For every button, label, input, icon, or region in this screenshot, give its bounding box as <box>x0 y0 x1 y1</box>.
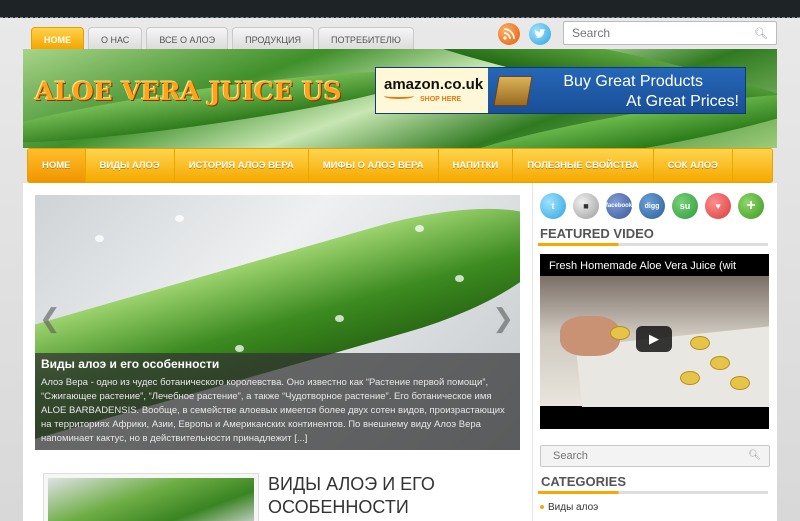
top-tab-home[interactable]: HOME <box>31 27 84 49</box>
top-search-box: 🔍︎ <box>563 21 777 45</box>
top-nav: HOME О НАС ВСЕ О АЛОЭ ПРОДУКЦИЯ ПОТРЕБИТ… <box>31 27 414 49</box>
water-drop <box>95 235 104 242</box>
site-header: ALOE VERA JUICE US amazon.co.uk SHOP HER… <box>23 49 777 148</box>
amazon-smile-icon <box>384 93 414 99</box>
nav-item-benefits[interactable]: ПОЛЕЗНЫЕ СВОЙСТВА <box>513 149 654 182</box>
fruit-slice <box>690 336 710 350</box>
amazon-shop-here: SHOP HERE <box>420 96 462 103</box>
widget-underline <box>538 491 768 494</box>
chevron-right-icon[interactable]: ❯ <box>492 303 514 334</box>
categories-title: CATEGORIES <box>541 474 626 489</box>
heart-icon[interactable]: ♥ <box>705 193 731 219</box>
chevron-left-icon[interactable]: ❮ <box>39 303 61 334</box>
water-drop <box>235 345 244 352</box>
digg-icon[interactable]: digg <box>639 193 665 219</box>
water-drop <box>175 215 184 222</box>
post-thumbnail-image <box>48 478 254 521</box>
play-icon[interactable]: ▶ <box>636 326 672 352</box>
widget-underline <box>538 243 768 246</box>
nav-item-aloe-types[interactable]: ВИДЫ АЛОЭ <box>86 149 175 182</box>
ad-line-2: At Great Prices! <box>626 93 739 110</box>
post-title-line-2: ОСОБЕННОСТИ <box>268 497 409 517</box>
slider-caption-title[interactable]: Виды алоэ и его особенности <box>41 357 514 371</box>
slider-caption-body: Алоэ Вера - одно из чудес ботанического … <box>41 377 505 444</box>
post-title-line-1: ВИДЫ АЛОЭ И ЕГО <box>268 474 435 494</box>
top-social-icons <box>498 23 551 45</box>
rss-icon[interactable] <box>498 23 520 45</box>
main-nav: HOME ВИДЫ АЛОЭ ИСТОРИЯ АЛОЭ ВЕРА МИФЫ О … <box>27 148 773 183</box>
nav-item-home[interactable]: HOME <box>28 149 86 182</box>
fruit-slice <box>730 376 750 390</box>
amazon-logo: amazon.co.uk SHOP HERE <box>376 68 488 113</box>
water-drop <box>415 225 424 232</box>
top-bar <box>0 0 800 18</box>
amazon-brand-text: amazon.co.uk <box>384 76 484 93</box>
nav-item-aloe-history[interactable]: ИСТОРИЯ АЛОЭ ВЕРА <box>175 149 309 182</box>
stumbleupon-icon[interactable]: su <box>672 193 698 219</box>
share-icons: t ■ facebook digg su ♥ + <box>540 193 764 219</box>
twitter-icon[interactable] <box>529 23 551 45</box>
featured-video-player[interactable]: Fresh Homemade Aloe Vera Juice (wit ▶ <box>540 254 769 429</box>
category-item[interactable]: Виды алоэ <box>540 502 598 513</box>
delicious-icon[interactable]: ■ <box>573 193 599 219</box>
ad-line-1: Buy Great Products <box>563 73 703 90</box>
nav-item-aloe-juice[interactable]: СОК АЛОЭ <box>654 149 733 182</box>
fruit-slice <box>680 371 700 385</box>
top-tab-all-about-aloe[interactable]: ВСЕ О АЛОЭ <box>146 27 229 49</box>
post-preview: ВИДЫ АЛОЭ И ЕГО ОСОБЕННОСТИ <box>35 463 520 521</box>
fruit-slice <box>610 326 630 340</box>
amazon-banner-ad[interactable]: amazon.co.uk SHOP HERE Buy Great Product… <box>375 67 746 114</box>
post-thumbnail[interactable] <box>43 473 259 521</box>
sidebar-search-input[interactable] <box>541 446 731 466</box>
water-drop <box>335 315 344 322</box>
top-tab-consumer[interactable]: ПОТРЕБИТЕЛЮ <box>317 27 414 49</box>
post-title[interactable]: ВИДЫ АЛОЭ И ЕГО ОСОБЕННОСТИ <box>268 473 435 519</box>
sidebar-search-box: 🔍︎ <box>540 445 770 467</box>
video-title[interactable]: Fresh Homemade Aloe Vera Juice (wit <box>549 260 736 272</box>
top-tab-products[interactable]: ПРОДУКЦИЯ <box>232 27 314 49</box>
plus-icon[interactable]: + <box>738 193 764 219</box>
site-logo[interactable]: ALOE VERA JUICE US <box>35 77 342 106</box>
top-tab-about[interactable]: О НАС <box>88 27 143 49</box>
water-drop <box>455 275 464 282</box>
search-icon[interactable]: 🔍︎ <box>748 450 761 461</box>
search-icon[interactable]: 🔍︎ <box>754 27 768 40</box>
nav-item-aloe-myths[interactable]: МИФЫ О АЛОЭ ВЕРА <box>309 149 439 182</box>
video-controls-bar <box>540 407 769 429</box>
bullet-icon <box>540 505 544 510</box>
top-search-input[interactable] <box>564 22 744 44</box>
facebook-icon[interactable]: facebook <box>606 193 632 219</box>
featured-video-title: FEATURED VIDEO <box>540 226 654 241</box>
book-icon <box>493 76 533 106</box>
twitter-icon[interactable]: t <box>540 193 566 219</box>
fruit-slice <box>710 356 730 370</box>
slider-caption: Виды алоэ и его особенности Алоэ Вера - … <box>35 353 520 450</box>
category-label: Виды алоэ <box>548 502 599 513</box>
nav-item-drinks[interactable]: НАПИТКИ <box>439 149 514 182</box>
